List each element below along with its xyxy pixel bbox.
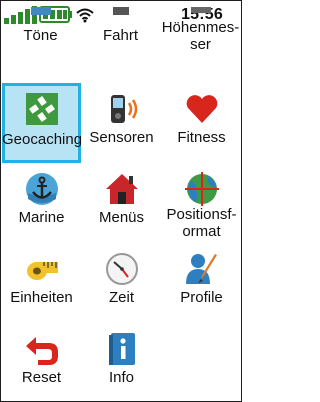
anchor-icon [25, 173, 58, 205]
menu-tile-label: Töne [23, 27, 58, 44]
device-screen: 15:56 Töne Fahrt Höhenmes- ser Geocachin… [0, 0, 242, 402]
menu-tile-label: Positionsf- ormat [166, 206, 237, 240]
menu-tile-geocaching[interactable]: Geocaching [2, 83, 83, 163]
menu-tile-label: Geocaching [2, 131, 83, 148]
menu-tile-label: Info [108, 369, 135, 386]
menu-tile-label: Marine [18, 209, 65, 226]
menu-tile-marine[interactable]: Marine [2, 163, 81, 243]
menu-tile-reset[interactable]: Reset [2, 323, 81, 401]
menu-tile-time[interactable]: Zeit [82, 243, 161, 323]
menu-tile-altimeter[interactable]: Höhenmes- ser [161, 7, 240, 77]
info-icon [108, 333, 135, 365]
menu-tile-label: Höhenmes- ser [161, 19, 240, 53]
heart-icon [186, 95, 217, 123]
geocaching-icon [25, 93, 58, 125]
menu-tile-label: Reset [21, 369, 62, 386]
menu-tile-label: Menüs [98, 209, 145, 226]
menu-tile-tones[interactable]: Töne [1, 7, 80, 77]
menu-tile-units[interactable]: Einheiten [2, 243, 81, 323]
menu-tile-position-format[interactable]: Positionsf- ormat [162, 163, 241, 243]
house-icon [105, 174, 138, 204]
menu-tile-profile[interactable]: Profile [162, 243, 241, 323]
menu-tile-menus[interactable]: Menüs [82, 163, 161, 243]
menu-tile-label: Sensoren [89, 129, 154, 146]
ruler-icon [26, 262, 58, 280]
menu-tile-label: Zeit [108, 289, 134, 306]
reset-icon [25, 337, 58, 365]
globe-icon [184, 172, 219, 206]
menu-tile-sensors[interactable]: Sensoren [82, 83, 161, 163]
profile-icon [185, 254, 217, 284]
menu-tile-label: Fitness [177, 129, 226, 146]
sensors-icon [110, 95, 137, 123]
menu-tile-fitness[interactable]: Fitness [162, 83, 241, 163]
menu-tile-route[interactable]: Fahrt [81, 7, 160, 77]
clock-icon [105, 253, 138, 285]
menu-tile-label: Einheiten [10, 289, 73, 306]
menu-tile-label: Fahrt [102, 27, 138, 44]
menu-tile-label: Profile [180, 289, 223, 306]
menu-tile-info[interactable]: Info [82, 323, 161, 401]
